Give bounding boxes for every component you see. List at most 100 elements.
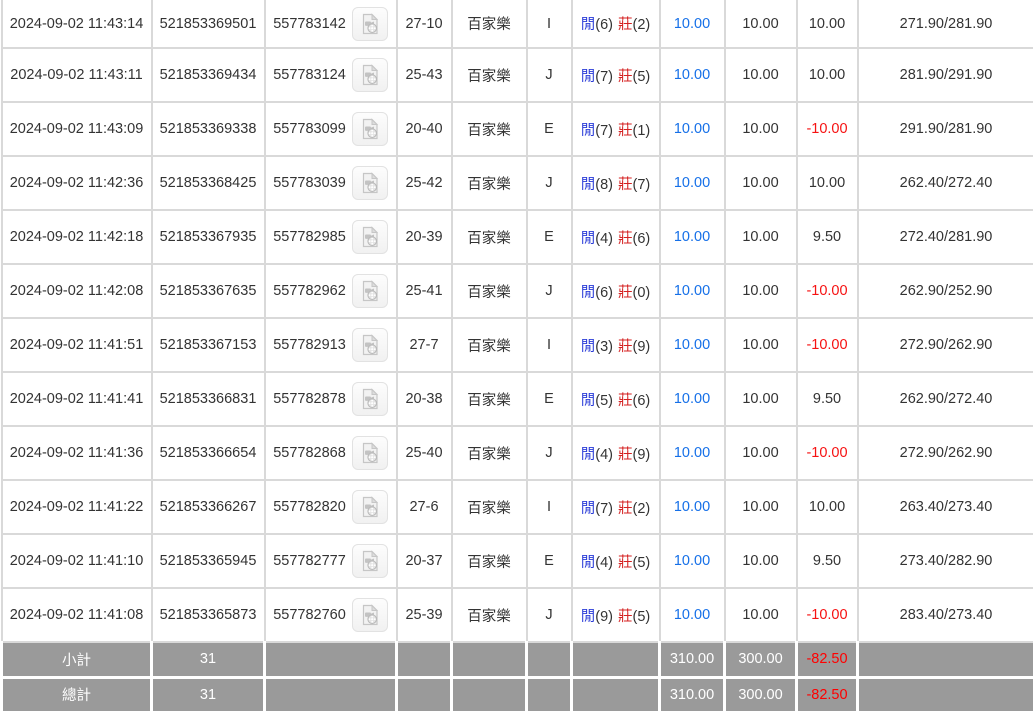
player-label: 閒 <box>580 392 596 409</box>
video-replay-button[interactable] <box>351 598 388 632</box>
game-id: 557782760 <box>273 607 346 623</box>
valid-bet-amount[interactable]: 10.00 <box>658 587 726 643</box>
game-id-cell: 557783039 <box>263 155 398 211</box>
bet-id: 521853366831 <box>150 371 266 427</box>
summary-win-loss-total: -82.50 <box>795 641 859 679</box>
valid-bet-amount[interactable]: 10.00 <box>658 47 726 103</box>
result-letter: I <box>525 317 573 373</box>
summary-label: 小計 <box>0 641 153 679</box>
table-row: 2024-09-02 11:42:18 521853367935 5577829… <box>0 209 1033 265</box>
video-replay-button[interactable] <box>351 544 388 578</box>
video-replay-button[interactable] <box>351 112 388 146</box>
video-replay-button[interactable] <box>351 6 388 41</box>
player-label: 閒 <box>580 338 596 355</box>
game-id: 557783124 <box>273 67 346 83</box>
bet-id: 521853367635 <box>150 263 266 319</box>
balance-before-after: 283.40/273.40 <box>856 587 1033 643</box>
player-label: 閒 <box>580 500 596 517</box>
banker-points: (0) <box>632 284 651 301</box>
balance-before-after: 273.40/282.90 <box>856 533 1033 589</box>
game-result: 閒(4) 莊(9) <box>570 425 661 481</box>
bet-id: 521853369501 <box>150 0 266 49</box>
bet-records-panel: 2024-09-02 11:43:14 521853369501 5577831… <box>0 0 1033 714</box>
bet-amount: 10.00 <box>723 587 798 643</box>
bet-amount: 10.00 <box>723 209 798 265</box>
table-row: 2024-09-02 11:41:51 521853367153 5577829… <box>0 317 1033 373</box>
video-file-icon <box>362 442 378 464</box>
banker-points: (6) <box>632 230 651 247</box>
game-id: 557782777 <box>273 553 346 569</box>
video-replay-button[interactable] <box>351 166 388 200</box>
bet-id: 521853367153 <box>150 317 266 373</box>
valid-bet-amount[interactable]: 10.00 <box>658 371 726 427</box>
summary-empty-cell <box>525 675 573 714</box>
summary-count: 31 <box>150 641 266 679</box>
banker-points: (9) <box>632 446 651 463</box>
game-id: 557783039 <box>273 175 346 191</box>
game-result: 閒(9) 莊(5) <box>570 587 661 643</box>
result-letter: I <box>525 479 573 535</box>
valid-bet-amount[interactable]: 10.00 <box>658 533 726 589</box>
win-loss-amount: 10.00 <box>795 47 859 103</box>
game-result: 閒(3) 莊(9) <box>570 317 661 373</box>
result-letter: E <box>525 101 573 157</box>
player-label: 閒 <box>580 284 596 301</box>
table-round: 25-40 <box>395 425 453 481</box>
banker-label: 莊 <box>618 176 633 193</box>
valid-bet-amount[interactable]: 10.00 <box>658 209 726 265</box>
bet-time: 2024-09-02 11:41:22 <box>0 479 153 535</box>
valid-bet-amount[interactable]: 10.00 <box>658 101 726 157</box>
player-points: (4) <box>595 230 613 247</box>
summary-empty-cell <box>263 675 398 714</box>
game-result: 閒(7) 莊(5) <box>570 47 661 103</box>
video-replay-button[interactable] <box>351 490 388 524</box>
game-result: 閒(7) 莊(1) <box>570 101 661 157</box>
video-replay-button[interactable] <box>351 274 388 308</box>
bet-amount: 10.00 <box>723 533 798 589</box>
player-points: (4) <box>595 554 613 571</box>
win-loss-amount: 10.00 <box>795 0 859 49</box>
valid-bet-amount[interactable]: 10.00 <box>658 425 726 481</box>
valid-bet-amount[interactable]: 10.00 <box>658 263 726 319</box>
game-id: 557783142 <box>273 15 346 32</box>
player-label: 閒 <box>580 17 596 33</box>
video-replay-button[interactable] <box>351 220 388 254</box>
table-round: 25-41 <box>395 263 453 319</box>
result-letter: E <box>525 533 573 589</box>
valid-bet-amount[interactable]: 10.00 <box>658 0 726 49</box>
summary-label: 總計 <box>0 675 153 714</box>
summary-valid-bet-total: 310.00 <box>658 675 726 714</box>
bet-id: 521853366654 <box>150 425 266 481</box>
records-table-body: 2024-09-02 11:43:14 521853369501 5577831… <box>0 0 1033 643</box>
bet-time: 2024-09-02 11:43:09 <box>0 101 153 157</box>
summary-balance-cell <box>856 641 1033 679</box>
video-replay-button[interactable] <box>351 382 388 416</box>
table-row: 2024-09-02 11:43:09 521853369338 5577830… <box>0 101 1033 157</box>
bet-id: 521853367935 <box>150 209 266 265</box>
player-label: 閒 <box>580 446 596 463</box>
player-label: 閒 <box>580 554 596 571</box>
game-id: 557782913 <box>273 337 346 353</box>
valid-bet-amount[interactable]: 10.00 <box>658 479 726 535</box>
banker-points: (1) <box>632 122 651 139</box>
bet-records-table: 2024-09-02 11:43:14 521853369501 5577831… <box>0 0 1033 714</box>
balance-before-after: 262.90/252.90 <box>856 263 1033 319</box>
banker-label: 莊 <box>618 554 633 571</box>
bet-amount: 10.00 <box>723 47 798 103</box>
video-replay-button[interactable] <box>351 328 388 362</box>
video-replay-button[interactable] <box>351 58 388 92</box>
valid-bet-amount[interactable]: 10.00 <box>658 317 726 373</box>
video-replay-button[interactable] <box>351 436 388 470</box>
valid-bet-amount[interactable]: 10.00 <box>658 155 726 211</box>
win-loss-amount: -10.00 <box>795 587 859 643</box>
bet-amount: 10.00 <box>723 101 798 157</box>
game-id-cell: 557782962 <box>263 263 398 319</box>
game-type: 百家樂 <box>450 0 528 49</box>
banker-label: 莊 <box>618 122 633 139</box>
video-file-icon <box>362 118 378 140</box>
bet-time: 2024-09-02 11:43:14 <box>0 0 153 49</box>
bet-id: 521853368425 <box>150 155 266 211</box>
table-round: 27-10 <box>395 0 453 49</box>
banker-label: 莊 <box>618 608 633 625</box>
bet-time: 2024-09-02 11:41:36 <box>0 425 153 481</box>
